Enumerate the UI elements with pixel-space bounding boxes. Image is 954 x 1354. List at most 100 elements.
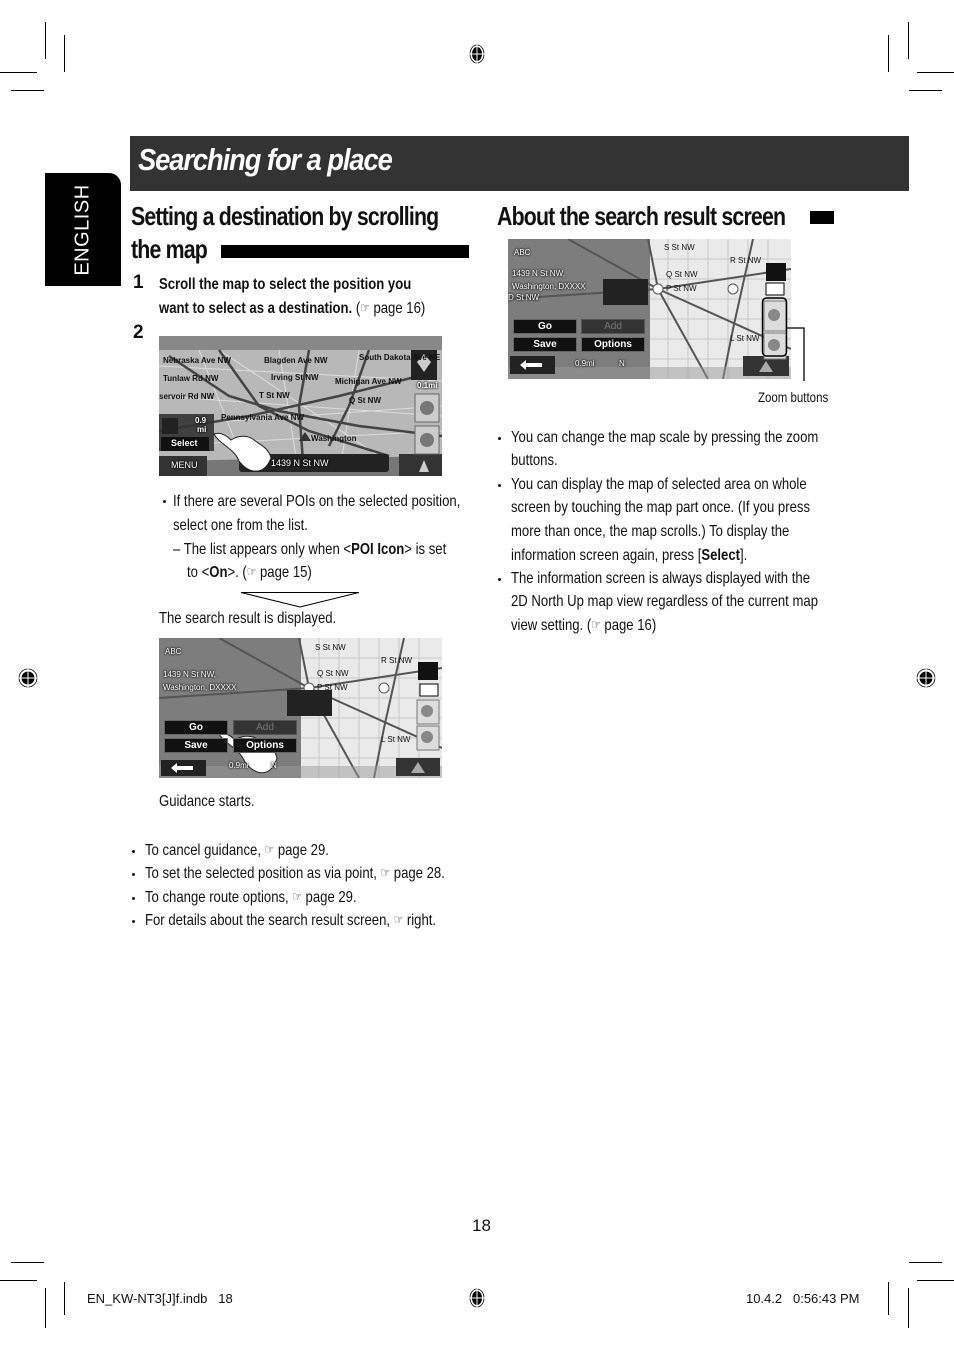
language-label: ENGLISH	[71, 183, 94, 276]
page-reference-icon: ☞	[380, 865, 391, 880]
menu-button[interactable]: MENU	[171, 460, 198, 470]
page-number: 18	[472, 1216, 491, 1235]
zoom-buttons-callout	[761, 297, 805, 381]
bullet-text: buttons.	[511, 452, 558, 469]
bullet-text: select one from the list.	[173, 517, 308, 534]
screenshot-search-result-tap: ABC 1439 N St NW, Washington, DXXXX S St…	[159, 638, 442, 778]
registration-mark-icon	[468, 43, 486, 65]
sub-note: – The list appears only when <POI Icon> …	[173, 538, 446, 562]
scale-value: 0.9	[195, 416, 207, 425]
page-ref: page 15)	[260, 564, 312, 581]
crop-mark	[909, 90, 942, 91]
road-label: Irving St NW	[271, 373, 319, 382]
road-label: Pennsylvania Ave NW	[221, 413, 304, 422]
crop-mark	[0, 72, 37, 73]
sub-note-cont: to <On>. (☞ page 15)	[187, 561, 312, 585]
road-label: L St NW	[381, 735, 411, 744]
address-line: Washington, DXXXX	[163, 683, 237, 692]
on-setting: On	[209, 564, 228, 581]
screenshot-map-scroll: Nebraska Ave NW Blagden Ave NW South Dak…	[159, 336, 442, 476]
page-ref: page 16	[373, 300, 421, 317]
section-heading-scroll-map-cont: the map	[131, 234, 208, 264]
road-label: Tunlaw Rd NW	[163, 374, 219, 383]
bullet-text-part: view setting. (	[511, 617, 592, 634]
result-text: The search result is displayed.	[159, 610, 337, 627]
bullet	[498, 437, 501, 440]
bullet-text-part: information screen again, press [	[511, 547, 702, 564]
bullet-text: 2D North Up map view regardless of the c…	[511, 593, 819, 610]
registration-mark-icon	[468, 1287, 486, 1309]
save-button[interactable]: Save	[513, 337, 577, 352]
heading-bar	[810, 211, 834, 224]
scale-right: 0.1mi	[417, 381, 438, 390]
sub-note-text: >. (	[227, 564, 247, 581]
heading-readout: N	[619, 359, 625, 368]
down-arrow-icon	[241, 592, 359, 608]
road-label: D St NW	[508, 293, 540, 302]
address-line: 1439 N St NW,	[512, 269, 565, 278]
save-button[interactable]: Save	[164, 738, 228, 753]
bullet-text: If there are several POIs on the selecte…	[173, 493, 461, 510]
section-heading-search-result: About the search result screen	[497, 201, 786, 231]
bullet-text: The information screen is always display…	[511, 570, 810, 587]
go-button[interactable]: Go	[164, 720, 228, 735]
page-ref: right.	[406, 912, 437, 929]
bullet	[132, 873, 135, 876]
registration-mark-icon	[17, 667, 39, 689]
crop-mark	[888, 35, 889, 72]
bullet-text: To cancel guidance,	[145, 842, 261, 859]
bullet-text: information screen again, press [Select]…	[511, 544, 747, 568]
guidance-text: Guidance starts.	[159, 793, 255, 810]
address-bar: 1439 N St NW	[271, 458, 329, 468]
crop-mark	[64, 35, 65, 72]
crop-mark	[909, 1262, 942, 1263]
select-button[interactable]: Select	[171, 438, 198, 448]
bullet-item: For details about the search result scre…	[145, 909, 436, 933]
bullet-text: view setting. (☞ page 16)	[511, 614, 656, 638]
crop-mark	[0, 1280, 37, 1281]
add-button[interactable]: Add	[581, 319, 645, 334]
page-reference-icon: ☞	[591, 617, 601, 632]
footer-file-info: EN_KW-NT3[J]f.indb 18	[87, 1291, 233, 1306]
poi-name: ABC	[165, 647, 182, 656]
bullet-text: For details about the search result scre…	[145, 912, 391, 929]
add-button[interactable]: Add	[233, 720, 297, 735]
scale-readout: 0.9mi	[575, 359, 595, 368]
footer-timestamp: 10.4.2 0:56:43 PM	[746, 1291, 860, 1306]
road-label: S St NW	[664, 243, 695, 252]
bullet-text: To change route options,	[145, 889, 289, 906]
bullet	[498, 484, 501, 487]
address-line: Washington, DXXXX	[512, 282, 586, 291]
road-label: Nebraska Ave NW	[163, 356, 231, 365]
road-label: T St NW	[259, 391, 290, 400]
page-ref: page 29.	[277, 842, 329, 859]
crop-mark	[11, 90, 44, 91]
poi-name: ABC	[514, 248, 531, 257]
crop-mark	[11, 1262, 44, 1263]
crop-mark	[908, 22, 909, 59]
options-button[interactable]: Options	[581, 337, 645, 352]
bullet-item: To cancel guidance, ☞ page 29.	[145, 839, 329, 863]
address-line: 1439 N St NW,	[163, 670, 216, 679]
bullet	[498, 578, 501, 581]
page-ref: page 28.	[393, 865, 445, 882]
bullet-text: You can display the map of selected area…	[511, 476, 807, 493]
bullet-text: screen by touching the map part once. (I…	[511, 499, 811, 516]
go-button[interactable]: Go	[513, 319, 577, 334]
crop-mark	[45, 22, 46, 59]
road-label: Q St NW	[666, 270, 698, 279]
section-heading-scroll-map: Setting a destination by scrolling	[131, 201, 439, 231]
bullet-text: You can change the map scale by pressing…	[511, 429, 819, 446]
road-label: Q St NW	[349, 396, 381, 405]
zoom-buttons-label: Zoom buttons	[758, 389, 829, 405]
options-button[interactable]: Options	[233, 738, 297, 753]
page-title-bar: Searching for a place	[130, 136, 909, 191]
road-label: Washington	[311, 434, 357, 443]
crop-mark	[45, 1288, 46, 1328]
heading-readout: N	[271, 761, 277, 770]
road-label: servoir Rd NW	[159, 392, 215, 401]
road-label: R St NW	[381, 656, 413, 665]
crop-mark	[917, 1280, 954, 1281]
language-tab: ENGLISH	[45, 173, 121, 286]
page-reference-icon: ☞	[393, 912, 404, 927]
